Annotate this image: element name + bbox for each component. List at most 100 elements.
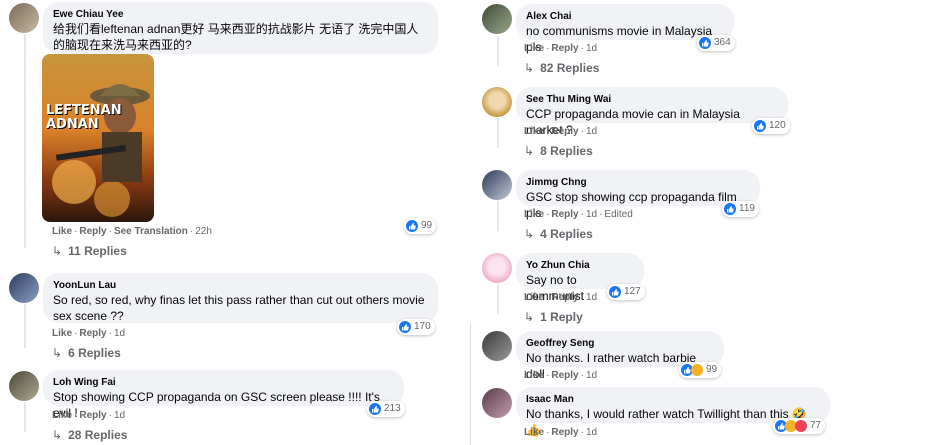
comment-timestamp[interactable]: 1d — [114, 410, 125, 421]
reply-button[interactable]: Reply — [79, 410, 106, 421]
comment-author[interactable]: Yo Zhun Chia — [526, 259, 634, 272]
comment-actions: Like · Reply · 1d — [524, 126, 598, 137]
thread-line — [497, 284, 499, 314]
see-translation-button[interactable]: See Translation — [114, 226, 188, 237]
like-reaction-icon — [754, 120, 766, 132]
reply-button[interactable]: Reply — [551, 43, 578, 54]
reply-arrow-icon: ↳ — [52, 428, 63, 442]
comment-actions: Like · Reply · 1d — [524, 292, 598, 303]
reply-button[interactable]: Reply — [551, 209, 578, 220]
comment-bubble: Loh Wing Fai Stop showing CCP propaganda… — [43, 370, 404, 420]
comment-timestamp[interactable]: 1d — [586, 126, 597, 137]
like-reaction-icon — [724, 203, 736, 215]
reply-button[interactable]: Reply — [551, 427, 578, 438]
like-reaction-icon — [399, 321, 411, 333]
view-replies-link[interactable]: ↳ 28 Replies — [52, 428, 127, 442]
comment-bubble: YoonLun Lau So red, so red, why finas le… — [43, 273, 438, 323]
view-replies-link[interactable]: ↳ 1 Reply — [524, 310, 583, 324]
reply-arrow-icon: ↳ — [52, 346, 63, 360]
reply-button[interactable]: Reply — [79, 226, 106, 237]
reply-button[interactable]: Reply — [551, 126, 578, 137]
avatar[interactable] — [482, 253, 512, 283]
view-replies-link[interactable]: ↳ 6 Replies — [52, 346, 121, 360]
like-button[interactable]: Like — [52, 328, 72, 339]
like-button[interactable]: Like — [52, 226, 72, 237]
comment-actions: Like · Reply · 1d — [524, 370, 598, 381]
comment-author[interactable]: Isaac Man — [526, 393, 820, 406]
comment-text: 给我们看leftenan adnan更好 马来西亚的抗战影片 无语了 洗完中国人… — [53, 22, 419, 52]
thread-line — [497, 118, 499, 148]
like-button[interactable]: Like — [524, 126, 544, 137]
reaction-count[interactable]: 120 — [752, 118, 790, 134]
avatar[interactable] — [482, 87, 512, 117]
avatar[interactable] — [9, 371, 39, 401]
comment-author[interactable]: YoonLun Lau — [53, 279, 428, 292]
comment-timestamp[interactable]: 1d — [114, 328, 125, 339]
comment-actions: Like · Reply · 1d — [524, 427, 598, 438]
poster-title: LEFTENAN ADNAN — [46, 103, 122, 132]
reply-button[interactable]: Reply — [551, 292, 578, 303]
view-replies-link[interactable]: ↳ 11 Replies — [52, 244, 127, 258]
avatar[interactable] — [9, 273, 39, 303]
reply-button[interactable]: Reply — [551, 370, 578, 381]
like-button[interactable]: Like — [524, 427, 544, 438]
reaction-count[interactable]: 364 — [697, 35, 735, 51]
comment-actions: Like · Reply · 1d · Edited — [524, 209, 633, 220]
reaction-count[interactable]: 213 — [367, 401, 405, 417]
reply-arrow-icon: ↳ — [524, 61, 535, 75]
view-replies-link[interactable]: ↳ 82 Replies — [524, 61, 599, 75]
comment-timestamp[interactable]: 1d — [586, 43, 597, 54]
reply-arrow-icon: ↳ — [524, 144, 535, 158]
reaction-count[interactable]: 119 — [722, 201, 759, 217]
reply-arrow-icon: ↳ — [524, 310, 535, 324]
avatar[interactable] — [9, 3, 39, 33]
comment-timestamp[interactable]: 22h — [195, 226, 212, 237]
divider — [470, 323, 471, 445]
like-reaction-icon — [609, 286, 621, 298]
like-reaction-icon — [369, 403, 381, 415]
avatar[interactable] — [482, 331, 512, 361]
reply-button[interactable]: Reply — [79, 328, 106, 339]
comment-timestamp[interactable]: 1d — [586, 209, 597, 220]
like-button[interactable]: Like — [524, 370, 544, 381]
comment-text: So red, so red, why finas let this pass … — [53, 293, 425, 323]
comment-timestamp[interactable]: 1d — [586, 427, 597, 438]
haha-reaction-icon — [691, 364, 703, 376]
comment-timestamp[interactable]: 1d — [586, 370, 597, 381]
comment-actions: Like · Reply · See Translation · 22h — [52, 226, 212, 237]
thread-line — [497, 36, 499, 66]
avatar[interactable] — [482, 388, 512, 418]
reaction-count[interactable]: 99 — [404, 218, 437, 234]
like-button[interactable]: Like — [524, 43, 544, 54]
comment-author[interactable]: Ewe Chiau Yee — [53, 8, 428, 21]
edited-label: Edited — [604, 209, 633, 220]
like-button[interactable]: Like — [524, 292, 544, 303]
reaction-count[interactable]: 127 — [607, 284, 645, 300]
love-reaction-icon — [795, 420, 807, 432]
reaction-count[interactable]: 77 — [773, 418, 826, 434]
movie-poster-image[interactable]: LEFTENAN ADNAN — [42, 54, 154, 222]
comment-timestamp[interactable]: 1d — [586, 292, 597, 303]
like-button[interactable]: Like — [52, 410, 72, 421]
reply-arrow-icon: ↳ — [52, 244, 63, 258]
comment-author[interactable]: Jimmg Chng — [526, 176, 750, 189]
comment-bubble: See Thu Ming Wai CCP propaganda movie ca… — [516, 87, 788, 137]
like-button[interactable]: Like — [524, 209, 544, 220]
comment-author[interactable]: See Thu Ming Wai — [526, 93, 778, 106]
avatar[interactable] — [482, 4, 512, 34]
comment-bubble: Ewe Chiau Yee 给我们看leftenan adnan更好 马来西亚的… — [43, 2, 438, 54]
comment-author[interactable]: Loh Wing Fai — [53, 376, 394, 389]
view-replies-link[interactable]: ↳ 8 Replies — [524, 144, 593, 158]
comment-author[interactable]: Alex Chai — [526, 10, 724, 23]
reaction-count[interactable]: 99 — [679, 362, 722, 378]
reaction-count[interactable]: 170 — [397, 319, 435, 335]
view-replies-link[interactable]: ↳ 4 Replies — [524, 227, 593, 241]
like-reaction-icon — [406, 220, 418, 232]
comment-bubble: Jimmg Chng GSC stop showing ccp propagan… — [516, 170, 760, 220]
comment-author[interactable]: Geoffrey Seng — [526, 337, 714, 350]
comment-actions: Like · Reply · 1d — [52, 328, 126, 339]
thread-line — [24, 304, 26, 348]
thread-line — [24, 402, 26, 432]
like-reaction-icon — [699, 37, 711, 49]
avatar[interactable] — [482, 170, 512, 200]
